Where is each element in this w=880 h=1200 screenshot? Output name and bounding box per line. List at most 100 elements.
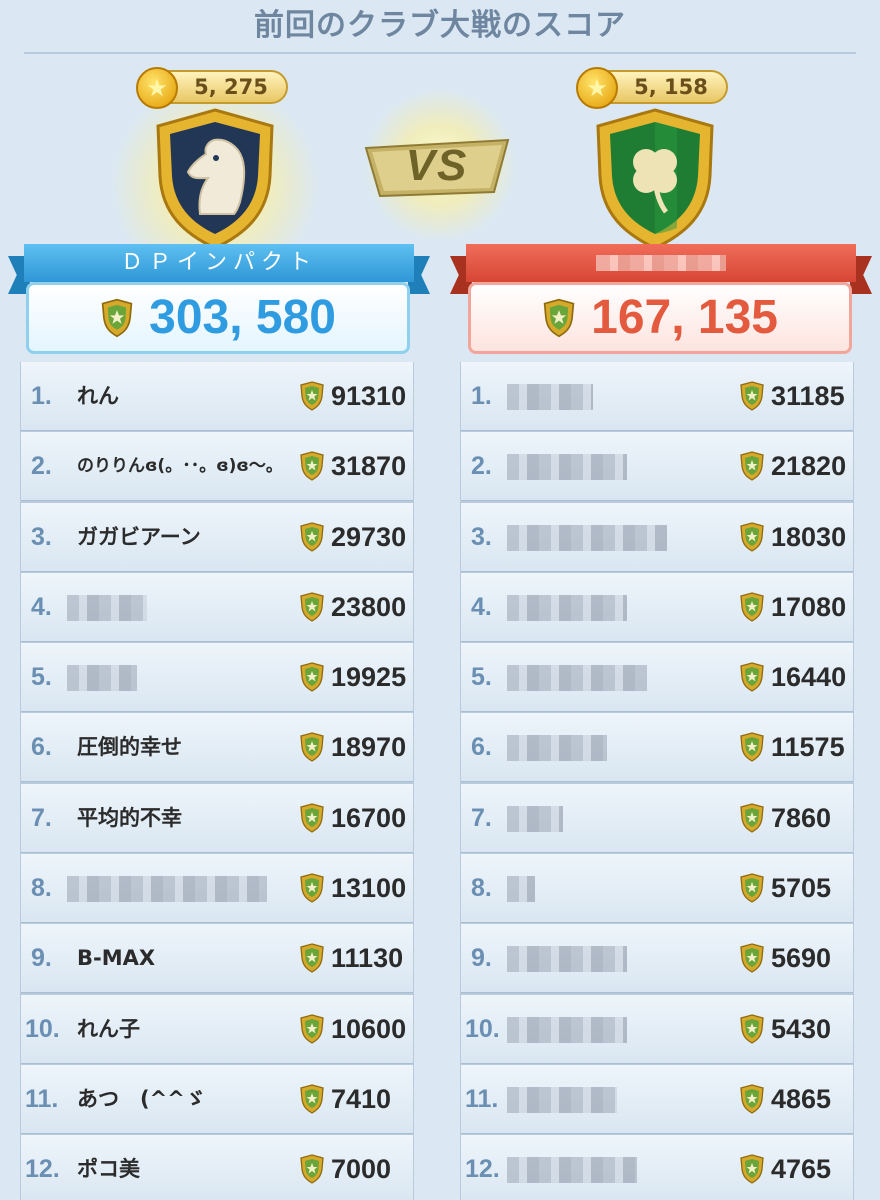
- shield-icon: [740, 521, 764, 552]
- member-row[interactable]: 8. 5705: [461, 854, 855, 924]
- right-star-badge: ★ 5, 158: [576, 67, 728, 109]
- member-row[interactable]: 9. 5690: [461, 924, 853, 994]
- member-rank: 9.: [471, 944, 492, 973]
- member-score-cell: 16700: [299, 784, 415, 853]
- member-score-cell: 11575: [739, 713, 855, 782]
- member-rank: 12.: [465, 1155, 500, 1184]
- member-score: 23800: [331, 591, 407, 622]
- left-star-badge: ★ 5, 275: [136, 67, 288, 109]
- member-score: 13100: [331, 873, 407, 904]
- member-score: 21820: [771, 451, 847, 482]
- member-name-redacted: [67, 665, 137, 692]
- member-name-redacted: [507, 1157, 637, 1184]
- member-row[interactable]: 7. 7860: [461, 783, 855, 853]
- member-score-cell: 29730: [299, 503, 415, 572]
- shield-icon: [101, 298, 133, 338]
- shield-icon: [740, 943, 764, 974]
- member-score: 16700: [331, 802, 407, 833]
- member-rank: 10.: [465, 1014, 500, 1043]
- member-score: 5690: [771, 943, 832, 974]
- member-row[interactable]: 10. 5430: [461, 994, 853, 1064]
- member-name-redacted: [507, 946, 627, 973]
- member-row[interactable]: 6. 圧倒的幸せ 18970: [21, 713, 413, 783]
- member-score-cell: 31870: [299, 432, 415, 501]
- member-name-redacted: [507, 1016, 627, 1043]
- member-score: 5430: [771, 1013, 832, 1044]
- star-icon: ★: [136, 67, 178, 109]
- member-rank: 1.: [31, 382, 52, 410]
- member-rank: 2.: [31, 452, 52, 481]
- member-row[interactable]: 11. あつ (^^ゞ 7410: [21, 1064, 415, 1134]
- member-row[interactable]: 5. 16440: [461, 643, 853, 713]
- member-row[interactable]: 3. 18030: [461, 502, 853, 572]
- shield-icon: [300, 1084, 324, 1114]
- member-score: 7860: [771, 802, 832, 833]
- member-rank: 3.: [471, 522, 492, 551]
- member-row[interactable]: 12. ポコ美 7000: [21, 1135, 413, 1200]
- member-rank: 9.: [31, 944, 52, 973]
- shield-icon: [740, 803, 764, 833]
- member-row[interactable]: 2. のりりんɞ(。･･。ɞ)ɞ～。 31870: [21, 432, 415, 502]
- member-score: 91310: [331, 381, 407, 411]
- member-score-cell: 31185: [739, 362, 855, 431]
- member-row[interactable]: 9. B-MAX 11130: [21, 924, 413, 994]
- member-name-redacted: [507, 805, 563, 832]
- member-score: 7000: [331, 1154, 392, 1185]
- member-rank: 11.: [25, 1084, 59, 1113]
- member-row[interactable]: 1. れん 91310: [21, 362, 413, 431]
- member-score-cell: 21820: [739, 432, 855, 501]
- member-row[interactable]: 7. 平均的不幸 16700: [21, 783, 415, 853]
- member-row[interactable]: 12. 4765: [461, 1135, 853, 1200]
- member-row[interactable]: 5. 19925: [21, 643, 413, 713]
- member-row[interactable]: 6. 11575: [461, 713, 855, 783]
- member-name-redacted: [507, 1086, 617, 1113]
- member-name-redacted: [507, 876, 535, 903]
- member-rank: 8.: [31, 874, 52, 903]
- clover-icon: [596, 108, 714, 250]
- member-name-redacted: [507, 454, 627, 481]
- right-club-name-ribbon: [466, 244, 856, 282]
- member-score: 31185: [771, 381, 845, 411]
- member-score-cell: 13100: [299, 854, 415, 923]
- right-total-score: 167, 135: [591, 291, 778, 344]
- member-score: 17080: [771, 591, 847, 622]
- member-score-cell: 4865: [739, 1065, 855, 1134]
- member-score-cell: 7860: [739, 784, 855, 853]
- title-divider: [24, 52, 856, 54]
- member-score: 4765: [771, 1154, 832, 1185]
- member-row[interactable]: 1. 31185: [461, 362, 853, 431]
- member-row[interactable]: 4. 23800: [21, 572, 415, 642]
- member-name-redacted: [507, 665, 647, 692]
- shield-icon: [740, 1154, 764, 1185]
- shield-icon: [740, 1084, 764, 1114]
- member-name: B-MAX: [77, 946, 156, 971]
- shield-icon: [740, 732, 764, 763]
- horse-knight-icon: [156, 108, 274, 250]
- member-row[interactable]: 4. 17080: [461, 572, 855, 642]
- member-score-cell: 17080: [739, 573, 855, 642]
- shield-icon: [300, 662, 324, 692]
- member-row[interactable]: 10. れん子 10600: [21, 994, 413, 1064]
- vs-label: VS: [405, 141, 469, 190]
- member-name-redacted: [67, 876, 267, 903]
- shield-icon: [740, 451, 764, 482]
- member-score-cell: 5705: [739, 854, 855, 923]
- member-row[interactable]: 2. 21820: [461, 432, 855, 502]
- member-name-redacted: [507, 524, 667, 551]
- member-score: 10600: [331, 1013, 407, 1044]
- member-score-cell: 7000: [299, 1135, 415, 1200]
- member-name: 圧倒的幸せ: [77, 735, 182, 760]
- left-member-list: 1. れん 91310 2. のりりんɞ(。･･。ɞ)ɞ～。 31870 3. ガガビアー…: [20, 362, 414, 1200]
- member-row[interactable]: 3. ガガビアーン 29730: [21, 502, 415, 572]
- member-name-redacted: [507, 384, 593, 410]
- member-rank: 8.: [471, 874, 492, 903]
- member-score: 4865: [771, 1083, 832, 1114]
- member-rank: 1.: [471, 382, 492, 410]
- member-score-cell: 23800: [299, 573, 415, 642]
- shield-icon: [300, 451, 324, 482]
- shield-icon: [740, 381, 764, 411]
- shield-icon: [300, 873, 324, 903]
- member-score-cell: 7410: [299, 1065, 415, 1134]
- member-row[interactable]: 11. 4865: [461, 1064, 855, 1134]
- member-row[interactable]: 8. 13100: [21, 854, 415, 924]
